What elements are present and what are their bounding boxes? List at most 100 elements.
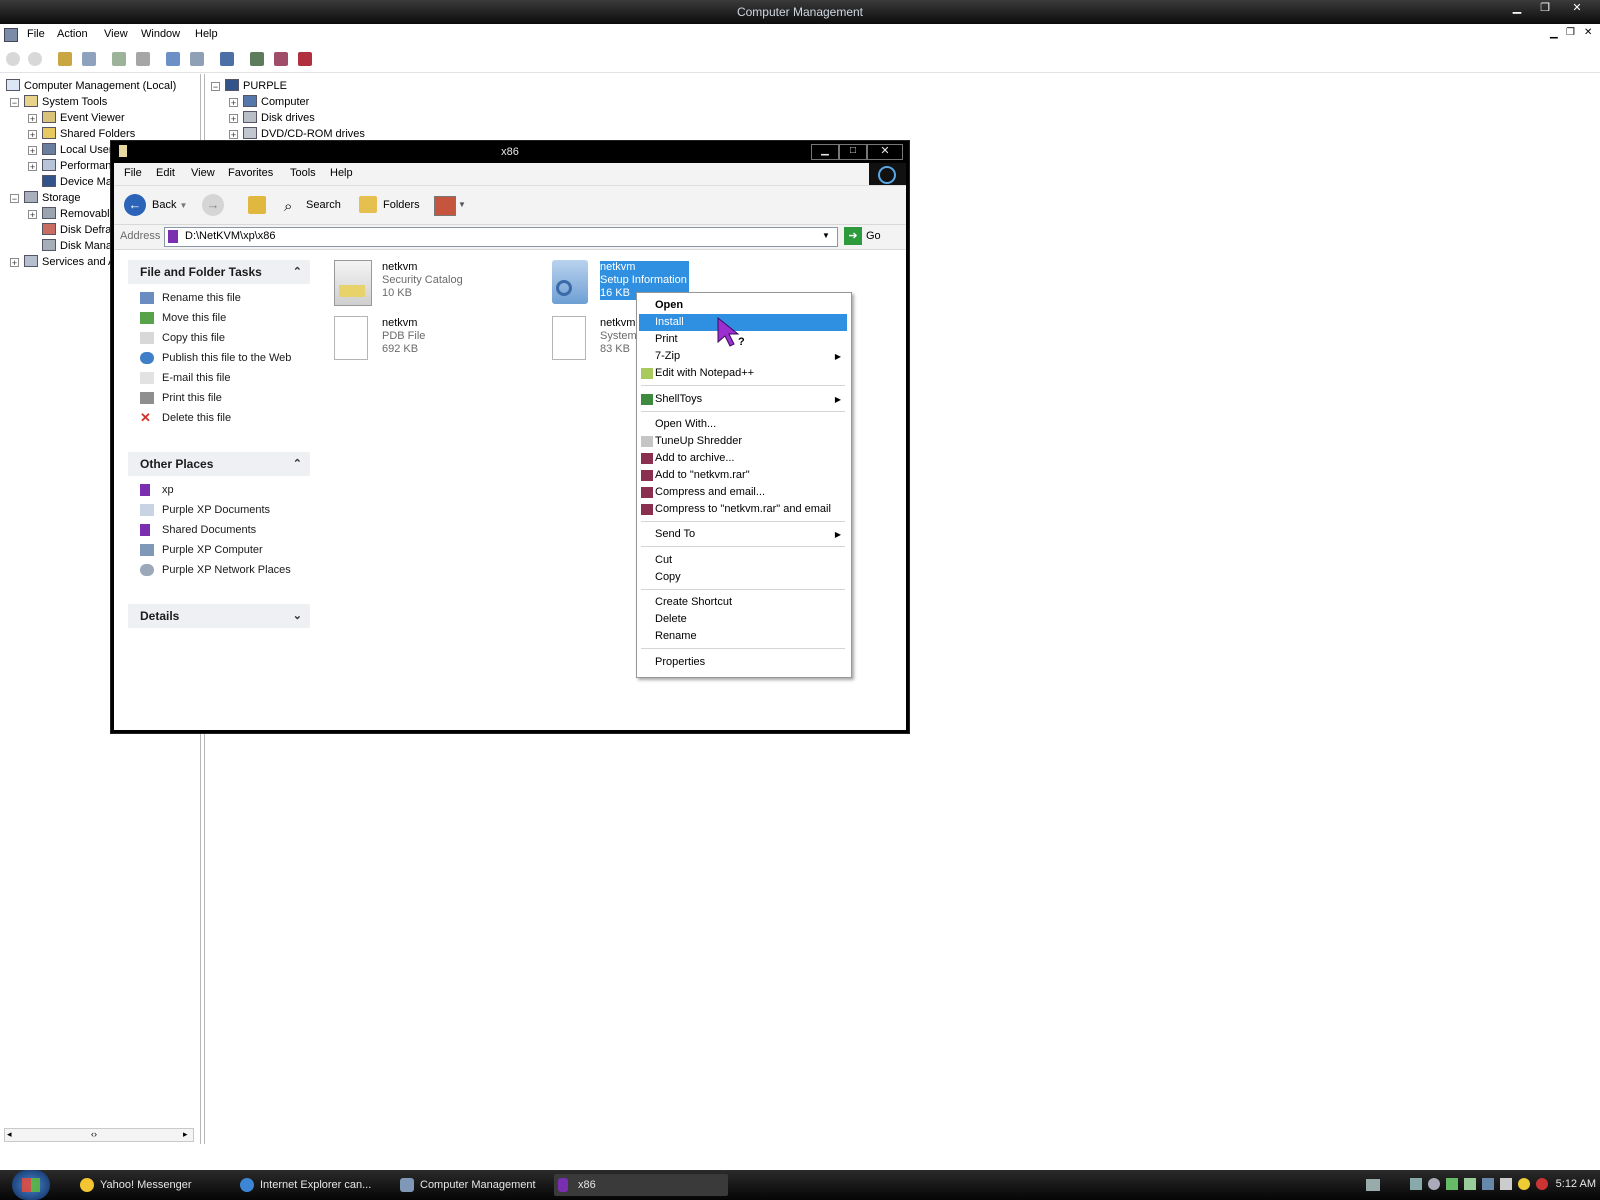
mdi-minimize-icon[interactable]: ▁ <box>1550 28 1558 39</box>
menu-file[interactable]: File <box>124 167 142 179</box>
menu-compress-rar-email[interactable]: Compress to "netkvm.rar" and email <box>639 501 847 518</box>
minimize-button[interactable]: ▁ <box>811 144 839 160</box>
menu-action[interactable]: Action <box>57 28 88 40</box>
details-header[interactable]: Details ⌄ <box>128 604 310 628</box>
expand-icon[interactable]: + <box>229 130 238 140</box>
collapse-icon[interactable]: − <box>211 82 220 92</box>
refresh-icon[interactable] <box>112 52 126 66</box>
menu-compress-email[interactable]: Compress and email... <box>639 484 847 501</box>
place-network[interactable]: Purple XP Network Places <box>128 560 310 580</box>
menu-edit[interactable]: Edit <box>156 167 175 179</box>
task-copy-file[interactable]: Copy this file <box>128 328 310 348</box>
update-driver-icon[interactable] <box>250 52 264 66</box>
keyboard-icon[interactable] <box>1366 1179 1380 1191</box>
task-internet-explorer[interactable]: Internet Explorer can... <box>236 1174 410 1196</box>
mdi-close-icon[interactable]: ✕ <box>1584 27 1592 38</box>
show-hide-tree-icon[interactable] <box>82 52 96 66</box>
task-email-file[interactable]: E-mail this file <box>128 368 310 388</box>
tray-icon[interactable] <box>1410 1178 1422 1190</box>
search-button[interactable]: ⌕ Search <box>284 194 341 216</box>
menu-cut[interactable]: Cut <box>639 552 847 569</box>
forward-icon[interactable] <box>28 52 42 66</box>
expand-icon[interactable]: + <box>28 146 37 156</box>
menu-create-shortcut[interactable]: Create Shortcut <box>639 594 847 611</box>
properties-icon[interactable] <box>190 52 204 66</box>
task-print-file[interactable]: Print this file <box>128 388 310 408</box>
menu-open[interactable]: Open <box>639 297 847 314</box>
device-category-computer[interactable]: Computer <box>243 94 309 110</box>
up-folder-icon[interactable] <box>248 196 266 214</box>
back-icon[interactable] <box>6 52 20 66</box>
scroll-thumb-icon[interactable]: ‹› <box>91 1129 97 1139</box>
task-move-file[interactable]: Move this file <box>128 308 310 328</box>
menu-view[interactable]: View <box>104 28 128 40</box>
expand-icon[interactable]: + <box>10 258 19 268</box>
expand-icon[interactable]: + <box>229 98 238 108</box>
menu-delete[interactable]: Delete <box>639 611 847 628</box>
scan-hardware-icon[interactable] <box>220 52 234 66</box>
expand-icon[interactable]: + <box>28 114 37 124</box>
expand-icon[interactable]: + <box>28 130 37 140</box>
messenger-tray-icon[interactable] <box>1518 1178 1530 1190</box>
menu-add-archive[interactable]: Add to archive... <box>639 450 847 467</box>
task-rename-file[interactable]: Rename this file <box>128 288 310 308</box>
menu-tools[interactable]: Tools <box>290 167 316 179</box>
menu-7zip[interactable]: 7-Zip ▶ <box>639 348 847 365</box>
network-icon[interactable] <box>1446 1178 1458 1190</box>
task-delete-file[interactable]: ✕ Delete this file <box>128 408 310 428</box>
uninstall-device-icon[interactable] <box>298 52 312 66</box>
menu-rename[interactable]: Rename <box>639 628 847 645</box>
tray-icon[interactable] <box>1482 1178 1494 1190</box>
menu-help[interactable]: Help <box>195 28 218 40</box>
tray-icon[interactable] <box>1464 1178 1476 1190</box>
device-root[interactable]: PURPLE <box>225 78 287 94</box>
tree-item-event-viewer[interactable]: Event Viewer <box>42 110 125 126</box>
menu-window[interactable]: Window <box>141 28 180 40</box>
other-places-header[interactable]: Other Places ⌃ <box>128 452 310 476</box>
menu-tuneup-shredder[interactable]: TuneUp Shredder <box>639 433 847 450</box>
file-item[interactable]: netkvm PDB File 692 KB <box>334 316 534 366</box>
menu-favorites[interactable]: Favorites <box>228 167 273 179</box>
expand-icon[interactable]: + <box>229 114 238 124</box>
main-titlebar[interactable]: Computer Management ▁ ❐ ✕ <box>0 0 1600 24</box>
place-shared-documents[interactable]: Shared Documents <box>128 520 310 540</box>
collapse-chevron-icon[interactable]: ⌃ <box>293 260 302 284</box>
menu-file[interactable]: File <box>27 28 45 40</box>
mdi-restore-icon[interactable]: ❐ <box>1566 27 1575 38</box>
task-publish-file[interactable]: Publish this file to the Web <box>128 348 310 368</box>
address-dropdown-icon[interactable]: ▼ <box>819 229 833 243</box>
collapse-icon[interactable]: − <box>10 194 19 204</box>
up-folder-icon[interactable] <box>58 52 72 66</box>
expand-icon[interactable]: + <box>28 210 37 220</box>
place-documents[interactable]: Purple XP Documents <box>128 500 310 520</box>
task-x86[interactable]: x86 <box>554 1174 728 1196</box>
print-icon[interactable] <box>136 52 150 66</box>
start-button[interactable] <box>12 1170 50 1200</box>
forward-button[interactable]: → <box>202 194 224 216</box>
menu-edit-notepadpp[interactable]: Edit with Notepad++ <box>639 365 847 382</box>
file-folder-tasks-header[interactable]: File and Folder Tasks ⌃ <box>128 260 310 284</box>
folders-button[interactable]: Folders <box>359 194 420 216</box>
collapse-icon[interactable]: − <box>10 98 19 108</box>
expand-chevron-icon[interactable]: ⌄ <box>293 604 302 628</box>
help-icon[interactable] <box>166 52 180 66</box>
tree-item-storage[interactable]: Storage <box>24 190 81 206</box>
restore-button[interactable]: ❐ <box>1532 2 1558 15</box>
back-button[interactable]: ← Back ▼ <box>124 194 187 216</box>
file-item[interactable]: netkvm Security Catalog 10 KB <box>334 260 534 310</box>
tree-item-computer-management[interactable]: Computer Management (Local) <box>6 78 176 94</box>
disable-device-icon[interactable] <box>274 52 288 66</box>
maximize-button[interactable]: □ <box>839 144 867 160</box>
address-input[interactable]: D:\NetKVM\xp\x86 ▼ <box>164 227 838 247</box>
tray-icon[interactable] <box>1428 1178 1440 1190</box>
device-category-disk-drives[interactable]: Disk drives <box>243 110 315 126</box>
close-button[interactable]: ✕ <box>867 144 903 160</box>
minimize-button[interactable]: ▁ <box>1504 2 1530 15</box>
tree-item-system-tools[interactable]: System Tools <box>24 94 107 110</box>
menu-view[interactable]: View <box>191 167 215 179</box>
clock[interactable]: 5:12 AM <box>1544 1178 1596 1190</box>
menu-shelltoys[interactable]: ShellToys ▶ <box>639 391 847 408</box>
menu-send-to[interactable]: Send To ▶ <box>639 526 847 543</box>
close-button[interactable]: ✕ <box>1564 2 1590 15</box>
menu-properties[interactable]: Properties <box>639 654 847 671</box>
